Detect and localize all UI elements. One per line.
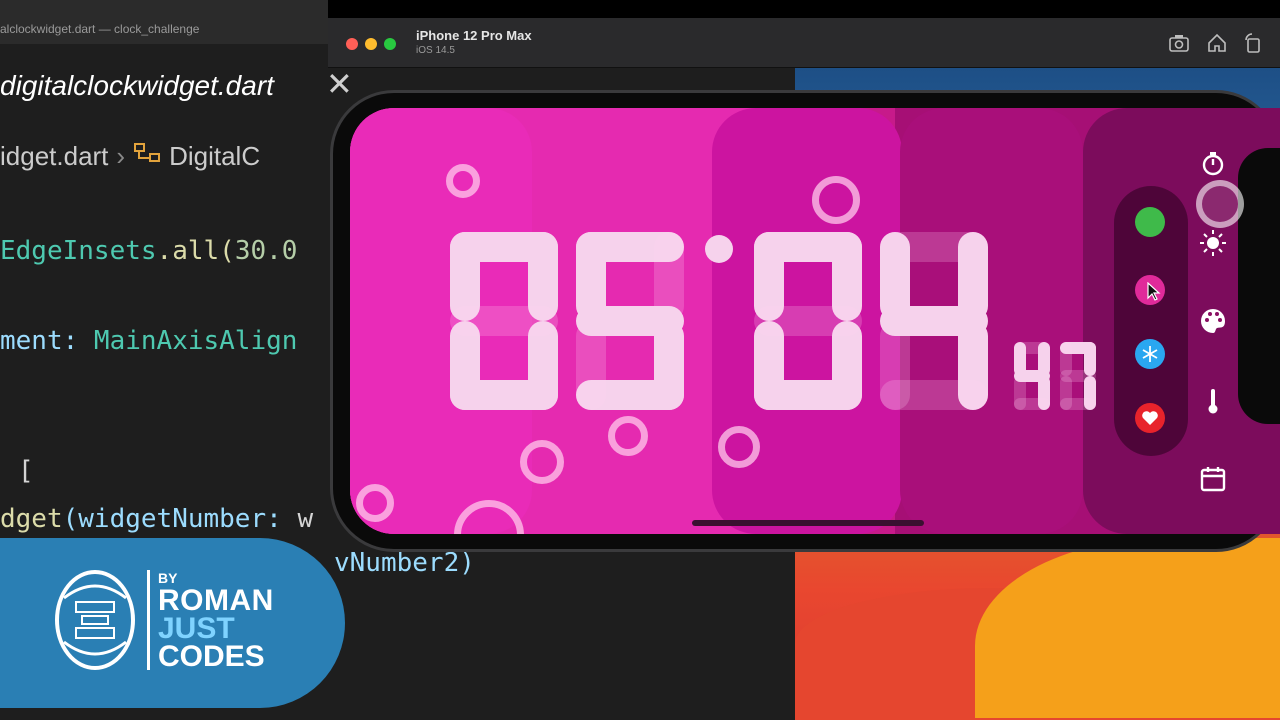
code-line-4[interactable]: dget(widgetNumber: w bbox=[0, 504, 313, 534]
code-token: (widgetNumber: bbox=[62, 504, 298, 534]
code-line-2[interactable]: ment: MainAxisAlign bbox=[0, 326, 297, 356]
simulator-os-version: iOS 14.5 bbox=[416, 45, 455, 56]
clock-digit-second-ones bbox=[1060, 342, 1096, 410]
window-maximize-button[interactable] bbox=[384, 38, 396, 50]
iphone-notch bbox=[1238, 148, 1280, 424]
timer-icon[interactable] bbox=[1198, 148, 1228, 178]
clock-segment bbox=[450, 306, 558, 336]
class-icon bbox=[134, 143, 161, 162]
brightness-icon[interactable] bbox=[1198, 228, 1228, 258]
code-token: 30.0 bbox=[234, 236, 298, 266]
editor-tab-label[interactable]: digitalclockwidget.dart bbox=[0, 70, 274, 102]
window-top-edge bbox=[328, 0, 1280, 18]
clock-segment bbox=[1060, 370, 1096, 382]
editor-window-title: alclockwidget.dart — clock_challenge bbox=[0, 0, 330, 44]
color-option-blue[interactable] bbox=[1135, 339, 1165, 369]
clock-segment bbox=[880, 306, 988, 336]
code-token: ment: bbox=[0, 326, 94, 356]
color-option-green[interactable] bbox=[1135, 207, 1165, 237]
wallpaper-wave bbox=[975, 538, 1280, 718]
calendar-icon[interactable] bbox=[1198, 464, 1228, 494]
roman-just-codes-logo bbox=[55, 570, 135, 670]
brand-divider bbox=[147, 570, 150, 670]
snowflake-icon bbox=[1142, 346, 1158, 362]
breadcrumb-file[interactable]: idget.dart bbox=[0, 141, 108, 171]
color-option-red[interactable] bbox=[1135, 403, 1165, 433]
screenshot-icon[interactable] bbox=[1168, 32, 1190, 54]
code-token: [ bbox=[18, 456, 34, 486]
code-line-1[interactable]: EdgeInsets.all(30.0 bbox=[0, 236, 297, 266]
code-line-5[interactable]: vNumber2) bbox=[334, 548, 475, 578]
clock-digit-minute-ones bbox=[880, 232, 988, 410]
code-token: EdgeInsets bbox=[0, 236, 157, 266]
heart-icon bbox=[1142, 411, 1158, 425]
rotate-icon[interactable] bbox=[1242, 32, 1264, 54]
chevron-right-icon: › bbox=[116, 141, 126, 171]
clock-segment bbox=[754, 306, 862, 336]
mouse-cursor-icon bbox=[1147, 282, 1161, 301]
thermometer-icon[interactable] bbox=[1198, 386, 1228, 416]
breadcrumb-symbol[interactable]: DigitalC bbox=[169, 141, 260, 171]
window-minimize-button[interactable] bbox=[365, 38, 377, 50]
code-token: .all( bbox=[156, 236, 235, 266]
home-indicator[interactable] bbox=[692, 520, 924, 526]
breadcrumb: idget.dart › DigitalC bbox=[0, 140, 340, 180]
clock-segment bbox=[576, 306, 684, 336]
clock-digit-second-tens bbox=[1014, 342, 1050, 410]
simulator-titlebar: iPhone 12 Pro Max iOS 14.5 bbox=[328, 18, 1280, 68]
code-token: vNumber2) bbox=[334, 548, 475, 578]
tab-close-icon[interactable]: ✕ bbox=[326, 68, 353, 100]
touch-indicator bbox=[1196, 180, 1244, 228]
brand-line-3: CODES bbox=[158, 640, 265, 673]
clock-digit-hour-tens bbox=[450, 232, 558, 410]
clock-colon bbox=[705, 235, 733, 263]
clock-digit-hour-ones bbox=[576, 232, 684, 410]
window-close-button[interactable] bbox=[346, 38, 358, 50]
simulator-device-name: iPhone 12 Pro Max bbox=[416, 28, 532, 43]
home-icon[interactable] bbox=[1206, 32, 1228, 54]
code-token: dget bbox=[0, 504, 63, 534]
clock-segment bbox=[1014, 370, 1050, 382]
clock-digit-minute-tens bbox=[754, 232, 862, 410]
code-token: MainAxisAlign bbox=[93, 326, 298, 356]
code-line-3[interactable]: [ bbox=[18, 456, 34, 486]
palette-icon[interactable] bbox=[1198, 306, 1228, 336]
code-token: w bbox=[297, 504, 314, 534]
